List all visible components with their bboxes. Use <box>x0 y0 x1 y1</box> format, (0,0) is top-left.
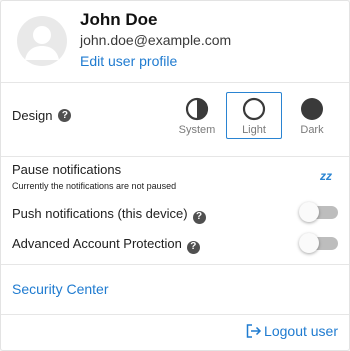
push-notifications-row: Push notifications (this device)? <box>12 206 206 224</box>
user-name: John Doe <box>80 10 158 29</box>
pause-notifications-label: Pause notifications <box>12 162 122 177</box>
logout-user-button[interactable]: Logout user <box>246 323 338 339</box>
advanced-account-protection-toggle[interactable] <box>299 233 341 253</box>
user-placeholder-icon <box>25 26 59 60</box>
user-email: john.doe@example.com <box>80 32 232 48</box>
theme-label-light: Light <box>242 124 266 136</box>
advanced-account-protection-row: Advanced Account Protection? <box>12 236 200 254</box>
push-notifications-toggle[interactable] <box>299 202 341 222</box>
edit-user-profile-link[interactable]: Edit user profile <box>80 53 177 69</box>
theme-option-light[interactable]: Light <box>226 92 282 139</box>
toggle-knob <box>299 202 319 222</box>
empty-circle-icon <box>242 97 266 121</box>
logout-icon <box>246 324 262 338</box>
help-icon[interactable]: ? <box>58 109 72 122</box>
advanced-account-protection-label: Advanced Account Protection <box>12 236 182 251</box>
user-menu-panel: John Doe john.doe@example.com Edit user … <box>0 0 350 351</box>
theme-label-dark: Dark <box>300 124 324 136</box>
design-label: Design <box>12 108 53 123</box>
filled-circle-icon <box>301 98 323 120</box>
theme-option-dark[interactable]: Dark <box>284 92 340 139</box>
design-row: Design ? <box>12 108 72 123</box>
half-circle-icon <box>185 97 209 121</box>
theme-option-system[interactable]: System <box>169 92 225 139</box>
toggle-knob <box>299 233 319 253</box>
pause-status-text: Currently the notifications are not paus… <box>12 181 177 191</box>
push-notifications-label: Push notifications (this device) <box>12 206 188 221</box>
avatar <box>17 16 67 66</box>
theme-label-system: System <box>178 124 216 136</box>
help-icon[interactable]: ? <box>186 240 200 254</box>
security-center-link[interactable]: Security Center <box>12 281 108 297</box>
help-icon[interactable]: ? <box>192 210 206 224</box>
snooze-icon[interactable]: zz <box>320 169 332 183</box>
logout-label: Logout user <box>264 323 338 339</box>
